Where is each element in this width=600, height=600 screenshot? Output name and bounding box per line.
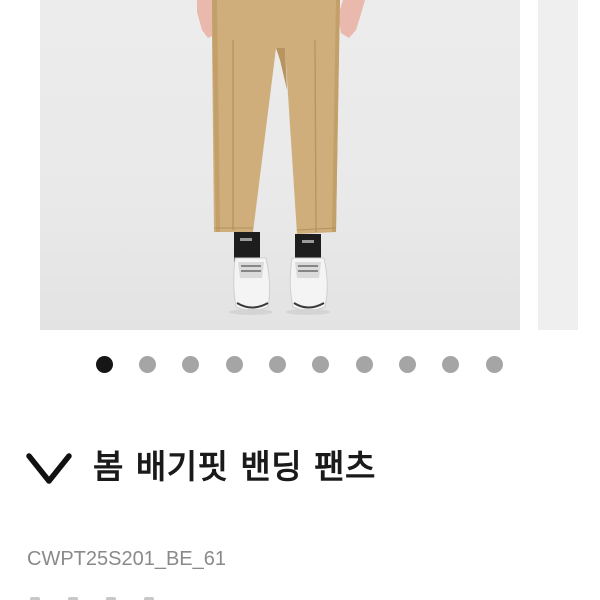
product-title-row: 봄 배기핏 밴딩 팬츠 — [0, 432, 600, 492]
carousel-pagination — [0, 356, 600, 374]
product-detail-screen: 봄 배기핏 밴딩 팬츠 CWPT25S201_BE_61 — [0, 0, 600, 600]
product-image[interactable] — [40, 0, 520, 330]
carousel-dot-8[interactable] — [399, 356, 416, 373]
carousel-dot-10[interactable] — [486, 356, 503, 373]
carousel-dot-2[interactable] — [139, 356, 156, 373]
rating-stars-peek — [30, 592, 210, 600]
product-photo-illustration — [197, 0, 365, 315]
carousel-dot-1[interactable] — [96, 356, 113, 373]
carousel-dot-9[interactable] — [442, 356, 459, 373]
carousel-dot-5[interactable] — [269, 356, 286, 373]
carousel-dot-7[interactable] — [356, 356, 373, 373]
carousel-dot-3[interactable] — [182, 356, 199, 373]
chevron-down-icon[interactable] — [26, 452, 72, 486]
product-sku: CWPT25S201_BE_61 — [27, 548, 227, 570]
product-image-carousel[interactable] — [0, 0, 600, 331]
carousel-dot-6[interactable] — [312, 356, 329, 373]
carousel-dot-4[interactable] — [226, 356, 243, 373]
product-title: 봄 배기핏 밴딩 팬츠 — [93, 447, 376, 486]
next-product-image-peek[interactable] — [538, 0, 578, 330]
